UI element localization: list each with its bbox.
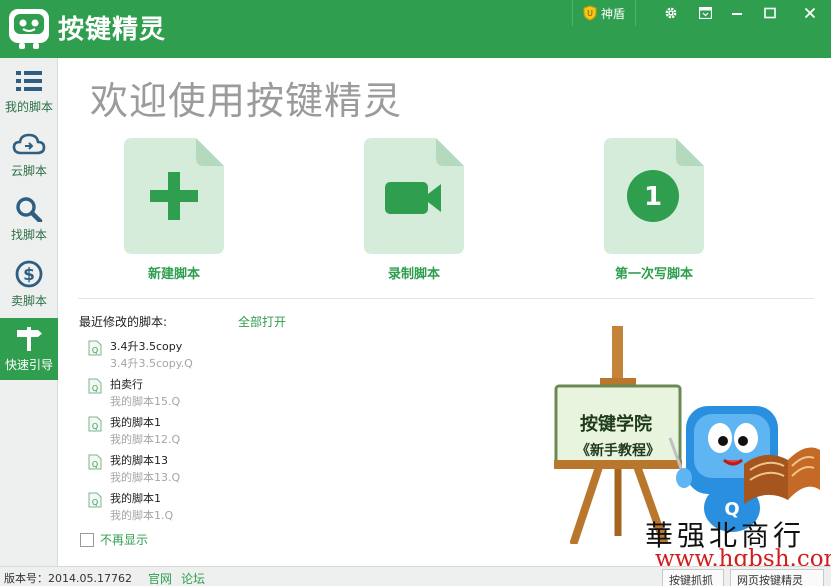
first-script-card[interactable]: 1 第一次写脚本 <box>604 138 704 282</box>
recent-script-path: 我的脚本15.Q <box>110 395 181 408</box>
shield-label: 神盾 <box>601 6 626 21</box>
q-file-icon: Q <box>88 492 102 508</box>
cloud-icon <box>12 133 46 155</box>
checkbox-box[interactable] <box>80 532 94 547</box>
video-document-icon <box>364 138 464 254</box>
recent-script-path: 我的脚本12.Q <box>110 433 181 446</box>
forum-link[interactable]: 论坛 <box>181 570 205 586</box>
first-script-badge: 1 <box>644 182 662 212</box>
recent-script-name: 我的脚本13 <box>110 454 168 467</box>
svg-text:Q: Q <box>92 460 98 469</box>
dollar-icon: $ <box>15 260 43 288</box>
minimize-icon <box>732 13 742 15</box>
q-file-icon: Q <box>88 454 102 470</box>
sidebar: 我的脚本 云脚本 找脚本 $ 卖脚本 快速引导 <box>0 58 58 566</box>
svg-text:Q: Q <box>92 384 98 393</box>
svg-text:$: $ <box>23 265 35 285</box>
first-script-label: 第一次写脚本 <box>614 267 693 282</box>
gear-icon <box>665 7 677 19</box>
open-all-link[interactable]: 全部打开 <box>238 313 286 330</box>
svg-text:Q: Q <box>92 346 98 355</box>
sidebar-item-label: 找脚本 <box>10 228 47 242</box>
recent-script-path: 我的脚本13.Q <box>110 471 181 484</box>
web-tool-button[interactable]: 网页按键精灵 <box>730 569 824 586</box>
recent-script-name: 拍卖行 <box>110 378 143 391</box>
maximize-button[interactable] <box>753 0 787 26</box>
academy-line1: 按键学院 <box>580 413 652 435</box>
record-script-label: 录制脚本 <box>387 267 440 282</box>
recent-script-name: 我的脚本1 <box>110 416 161 429</box>
sidebar-item-my-scripts[interactable]: 我的脚本 <box>0 62 58 124</box>
q-file-icon: Q <box>88 378 102 394</box>
official-site-link[interactable]: 官网 <box>148 570 172 586</box>
record-script-card[interactable]: 录制脚本 <box>364 138 464 282</box>
skin-icon <box>698 7 712 19</box>
q-file-icon: Q <box>88 340 102 356</box>
signpost-icon <box>17 327 42 351</box>
recent-script-path: 我的脚本1.Q <box>110 509 174 522</box>
sidebar-item-label: 我的脚本 <box>4 100 53 114</box>
number-one-document-icon: 1 <box>604 138 704 254</box>
app-title: 按键精灵 <box>58 15 167 45</box>
sidebar-item-cloud-scripts[interactable]: 云脚本 <box>0 126 58 188</box>
settings-button[interactable] <box>654 0 688 26</box>
search-icon <box>16 197 43 222</box>
new-script-label: 新建脚本 <box>147 267 200 282</box>
svg-text:U: U <box>587 9 593 18</box>
svg-text:Q: Q <box>92 422 98 431</box>
minimize-button[interactable] <box>720 0 754 26</box>
svg-text:Q: Q <box>92 498 98 507</box>
shield-button[interactable]: U 神盾 <box>572 0 637 26</box>
close-button[interactable] <box>793 0 827 26</box>
welcome-heading: 欢迎使用按键精灵 <box>90 79 403 123</box>
divider <box>78 298 814 299</box>
recent-script-name: 我的脚本1 <box>110 492 161 505</box>
dont-show-checkbox[interactable]: 不再显示 <box>80 531 148 548</box>
shield-icon: U <box>583 5 597 21</box>
sidebar-item-label: 卖脚本 <box>10 294 47 308</box>
sidebar-item-quick-guide[interactable]: 快速引导 <box>0 318 58 380</box>
sidebar-item-find-scripts[interactable]: 找脚本 <box>0 190 58 252</box>
version-text: 版本号：2014.05.17762 <box>4 572 132 585</box>
close-icon <box>804 7 816 19</box>
new-script-card[interactable]: 新建脚本 <box>124 138 224 282</box>
sidebar-item-label: 云脚本 <box>10 164 47 178</box>
q-file-icon: Q <box>88 416 102 432</box>
list-icon <box>16 71 42 91</box>
academy-line2: 《新手教程》 <box>576 442 660 459</box>
robot-logo-icon <box>9 9 49 49</box>
skin-button[interactable] <box>688 0 722 26</box>
capture-tool-button[interactable]: 按键抓抓 <box>662 569 724 586</box>
status-bar: 版本号：2014.05.17762 官网 论坛 按键抓抓 网页按键精灵 <box>0 566 831 586</box>
title-bar: 按键精灵 U 神盾 <box>0 0 831 58</box>
dont-show-label: 不再显示 <box>100 533 149 547</box>
sidebar-item-label: 快速引导 <box>4 358 53 372</box>
recent-script-path: 3.4升3.5copy.Q <box>110 357 193 370</box>
academy-easel-illustration[interactable]: 按键学院 《新手教程》 Q <box>552 322 822 544</box>
recent-scripts-heading: 最近修改的脚本: <box>79 315 168 329</box>
plus-document-icon <box>124 138 224 254</box>
recent-script-name: 3.4升3.5copy <box>110 340 183 353</box>
maximize-icon <box>764 7 776 19</box>
sidebar-item-sell-scripts[interactable]: $ 卖脚本 <box>0 254 58 316</box>
